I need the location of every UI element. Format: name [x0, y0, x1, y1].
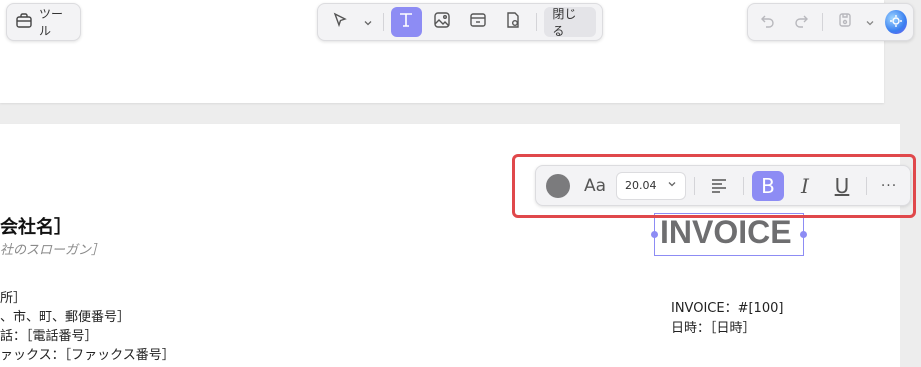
- align-button[interactable]: [703, 171, 735, 201]
- select-tool-dropdown[interactable]: [360, 7, 376, 37]
- align-left-icon: [710, 174, 728, 198]
- toolbar-divider: [382, 13, 384, 31]
- undo-button[interactable]: [754, 7, 783, 37]
- font-size-select[interactable]: 20.04: [616, 171, 686, 200]
- toolbar-divider: [866, 176, 867, 195]
- edit-toolbar: 閉じる: [317, 3, 603, 41]
- save-button[interactable]: [830, 7, 859, 37]
- close-edit-button[interactable]: 閉じる: [544, 7, 596, 38]
- toolbar-divider: [536, 13, 538, 31]
- tools-button[interactable]: ツール: [6, 3, 81, 41]
- toolbar-divider: [822, 13, 824, 31]
- assistant-avatar[interactable]: [885, 10, 907, 34]
- save-dropdown[interactable]: [863, 7, 877, 37]
- tools-label: ツール: [39, 7, 64, 38]
- fax-line[interactable]: ァックス：［ファックス番号］: [0, 344, 175, 363]
- text-color-button[interactable]: [546, 173, 570, 198]
- address-line[interactable]: 所］: [0, 287, 26, 306]
- bold-button[interactable]: B: [752, 170, 784, 201]
- redo-icon: [793, 12, 809, 32]
- ai-assistant-icon: [889, 13, 903, 32]
- invoice-title[interactable]: INVOICE: [660, 214, 792, 251]
- image-icon: [433, 11, 451, 33]
- select-tool-button[interactable]: [324, 7, 356, 37]
- cursor-icon: [331, 11, 349, 33]
- stamp-tool-button[interactable]: [498, 7, 530, 37]
- image-tool-button[interactable]: [426, 7, 458, 37]
- invoice-date[interactable]: 日時：［日時］: [671, 317, 756, 336]
- resize-handle-left[interactable]: [651, 231, 658, 238]
- toolbar-divider: [694, 176, 695, 195]
- text-tool-button[interactable]: [390, 7, 423, 37]
- text-icon: [396, 10, 416, 34]
- redo-button[interactable]: [787, 7, 816, 37]
- text-format-toolbar: Aa 20.04 B I U ···: [535, 165, 911, 206]
- history-toolbar: [747, 3, 914, 41]
- toolbox-icon: [15, 11, 33, 33]
- company-name[interactable]: 会社名］: [0, 213, 72, 239]
- font-button[interactable]: Aa: [579, 176, 611, 196]
- resize-handle-right[interactable]: [800, 231, 807, 238]
- font-size-value: 20.04: [625, 179, 657, 192]
- undo-icon: [760, 12, 776, 32]
- chevron-down-icon: [363, 13, 373, 32]
- toolbar-divider: [743, 176, 744, 195]
- link-tool-button[interactable]: [462, 7, 494, 37]
- invoice-number[interactable]: INVOICE：#[100]: [671, 297, 783, 316]
- address-line[interactable]: 、市、町、郵便番号］: [0, 306, 130, 325]
- company-slogan[interactable]: 社のスローガン］: [0, 239, 104, 258]
- underline-button[interactable]: U: [826, 171, 858, 201]
- chevron-down-icon: [667, 179, 677, 192]
- chevron-down-icon: [865, 13, 875, 32]
- italic-button[interactable]: I: [789, 171, 821, 201]
- save-icon: [837, 12, 853, 32]
- link-icon: [469, 11, 487, 33]
- more-options-button[interactable]: ···: [875, 178, 903, 194]
- stamp-icon: [504, 11, 522, 33]
- phone-line[interactable]: 話：［電話番号］: [0, 325, 98, 344]
